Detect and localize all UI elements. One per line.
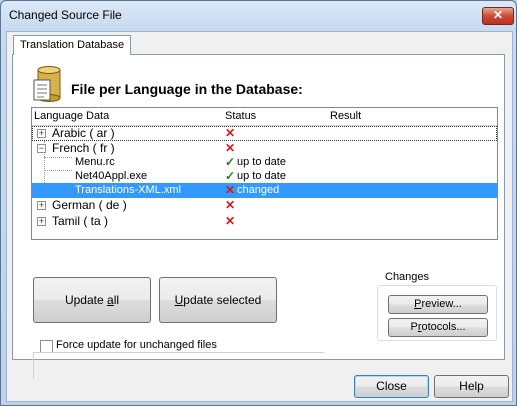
button-label: pdate selected <box>183 293 262 307</box>
protocols-button[interactable]: Protocols... <box>388 318 488 337</box>
status-error-icon: ✕ <box>225 214 236 228</box>
button-label: Update <box>64 293 107 307</box>
status-ok-icon: ✓ <box>225 169 236 183</box>
force-update-label[interactable]: Force update for unchanged files <box>56 339 217 351</box>
collapse-french-icon[interactable]: − <box>37 144 46 153</box>
preview-button[interactable]: Preview... <box>388 295 488 314</box>
column-header-language[interactable]: Language Data <box>34 108 109 125</box>
status-text: up to date <box>237 156 286 168</box>
tree-row-arabic[interactable]: + Arabic ( ar ) ✕ <box>32 126 497 141</box>
row-label: Menu.rc <box>75 156 115 168</box>
row-label: German ( de ) <box>52 198 127 212</box>
row-label: Net40Appl.exe <box>75 170 148 182</box>
button-label: review... <box>421 298 462 310</box>
column-header-result[interactable]: Result <box>330 108 361 125</box>
row-label: Tamil ( ta ) <box>52 214 109 228</box>
status-text: changed <box>237 184 280 196</box>
changes-group-title: Changes <box>382 271 433 283</box>
title-bar[interactable]: Changed Source File ✕ <box>1 1 516 31</box>
row-label: Arabic ( ar ) <box>52 126 115 140</box>
expand-tamil-icon[interactable]: + <box>37 217 46 226</box>
status-error-icon: ✕ <box>225 183 236 197</box>
close-window-button[interactable]: ✕ <box>482 7 514 25</box>
section-heading: File per Language in the Database: <box>71 81 303 97</box>
status-error-icon: ✕ <box>225 126 236 140</box>
dialog-window: Changed Source File ✕ Translation Databa… <box>0 0 517 406</box>
status-error-icon: ✕ <box>225 141 236 155</box>
help-button[interactable]: Help <box>434 375 509 398</box>
database-icon <box>33 66 61 102</box>
tree-row-german[interactable]: + German ( de ) ✕ <box>32 198 497 213</box>
column-header-status[interactable]: Status <box>225 108 256 125</box>
status-area-border <box>33 353 34 379</box>
status-ok-icon: ✓ <box>225 155 236 169</box>
tree-row-net40appl[interactable]: Net40Appl.exe ✓ up to date <box>32 169 497 184</box>
language-tree-list[interactable]: Language Data Status Result + Arabic ( a… <box>31 107 498 240</box>
update-all-button[interactable]: Update all <box>33 277 151 323</box>
button-label: P <box>410 321 418 333</box>
tree-row-tamil[interactable]: + Tamil ( ta ) ✕ <box>32 214 497 229</box>
status-error-icon: ✕ <box>225 198 236 212</box>
close-button[interactable]: Close <box>354 375 429 398</box>
accelerator-key: a <box>107 293 114 307</box>
tree-row-french[interactable]: − French ( fr ) ✕ <box>32 141 497 156</box>
window-title: Changed Source File <box>9 8 122 22</box>
row-label: French ( fr ) <box>52 141 115 155</box>
tree-row-translations-xml[interactable]: Translations-XML.xml ✕ changed <box>32 183 497 198</box>
update-selected-button[interactable]: Update selected <box>159 277 277 323</box>
expand-arabic-icon[interactable]: + <box>37 129 46 138</box>
tab-panel: File per Language in the Database: Langu… <box>12 54 505 379</box>
expand-german-icon[interactable]: + <box>37 201 46 210</box>
dialog-client-area: Translation Database File per Language i… <box>6 31 513 402</box>
accelerator-key: U <box>174 293 184 307</box>
tab-translation-database[interactable]: Translation Database <box>13 35 132 55</box>
status-text: up to date <box>237 170 286 182</box>
tree-row-menu-rc[interactable]: Menu.rc ✓ up to date <box>32 155 497 170</box>
button-label: otocols... <box>421 321 466 333</box>
separator-line <box>33 352 324 353</box>
row-label: Translations-XML.xml <box>75 184 181 196</box>
button-label: ll <box>113 293 120 307</box>
